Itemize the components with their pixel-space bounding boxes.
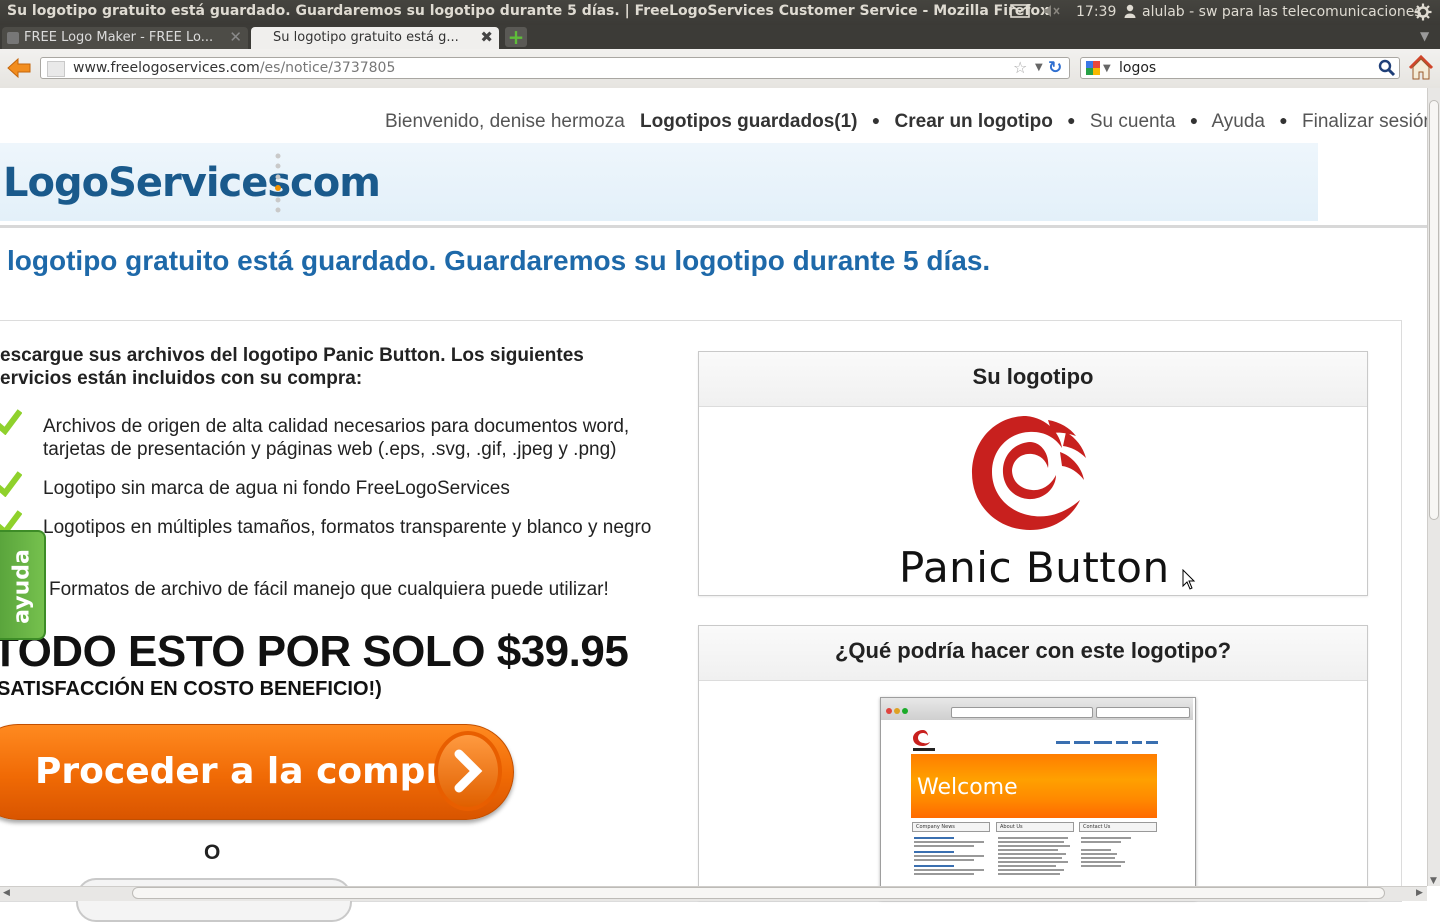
satisfaction-text: SATISFACCIÓN EN COSTO BENEFICIO!) bbox=[0, 678, 382, 700]
offer-intro: escargue sus archivos del logotipo Panic… bbox=[0, 345, 584, 389]
mockup-nav-links bbox=[1056, 740, 1158, 748]
tab-free-logo-maker[interactable]: FREE Logo Maker - FREE Lo... ✕ bbox=[2, 27, 248, 49]
tab-list-chevron-down-icon[interactable]: ▼ bbox=[1420, 29, 1429, 43]
mockup-column-header: Contact Us bbox=[1079, 822, 1157, 832]
buy-button-label[interactable]: Proceder a la compra bbox=[35, 751, 468, 792]
session-user[interactable]: alulab - sw para las telecomunicaciones bbox=[1142, 4, 1422, 20]
scroll-down-arrow-icon[interactable]: ▼ bbox=[1430, 876, 1437, 886]
window-title: Su logotipo gratuito está guardado. Guar… bbox=[7, 3, 1050, 19]
tab-strip: FREE Logo Maker - FREE Lo... ✕ Su logoti… bbox=[0, 25, 1440, 49]
feature-item: Logotipos en múltiples tamaños, formatos… bbox=[0, 510, 663, 539]
mockup-window-buttons bbox=[885, 700, 915, 714]
usage-title: ¿Qué podría hacer con este logotipo? bbox=[699, 626, 1367, 681]
mockup-column-text bbox=[1081, 837, 1161, 881]
mockup-logo-icon bbox=[911, 729, 941, 753]
mockup-column-text bbox=[914, 837, 994, 881]
price-headline: TODO ESTO POR SOLO $39.95 bbox=[0, 627, 629, 676]
page-favicon-icon bbox=[7, 32, 19, 44]
mouse-cursor-icon bbox=[1182, 568, 1196, 591]
site-logo-tld[interactable]: com bbox=[290, 160, 381, 206]
clock[interactable]: 17:39 bbox=[1076, 4, 1116, 20]
scroll-left-arrow-icon[interactable]: ◀ bbox=[3, 888, 10, 898]
user-nav: Bienvenido, denise hermoza Logotipos gua… bbox=[385, 111, 1434, 132]
window-title-bar: Su logotipo gratuito está guardado. Guar… bbox=[0, 0, 1440, 25]
search-engine-chevron-icon[interactable]: ▼ bbox=[1103, 63, 1111, 74]
new-tab-icon[interactable]: + bbox=[505, 27, 527, 47]
mockup-column-text bbox=[998, 837, 1078, 881]
chevron-right-icon[interactable] bbox=[433, 728, 509, 814]
google-icon[interactable] bbox=[1086, 60, 1100, 75]
feature-item: Formatos de archivo de fácil manejo que … bbox=[49, 579, 609, 600]
header-divider bbox=[0, 225, 1427, 228]
panic-button-logo-name: Panic Button bbox=[899, 543, 1170, 592]
account-link[interactable]: Su cuenta bbox=[1090, 111, 1176, 132]
tab-label: FREE Logo Maker - FREE Lo... bbox=[24, 30, 214, 45]
panic-button-logo-mark bbox=[968, 412, 1088, 534]
gear-icon[interactable] bbox=[1414, 3, 1432, 25]
tab-logo-saved[interactable]: Su logotipo gratuito está g... ✖ bbox=[251, 27, 499, 49]
page-title: logotipo gratuito está guardado. Guardar… bbox=[7, 245, 991, 276]
home-icon[interactable] bbox=[1408, 54, 1434, 81]
logout-link[interactable]: Finalizar sesión bbox=[1302, 111, 1434, 132]
url-text[interactable]: www.freelogoservices.com/es/notice/37378… bbox=[73, 60, 395, 76]
your-logo-title: Su logotipo bbox=[699, 352, 1367, 407]
checkmark-icon bbox=[0, 409, 23, 436]
back-arrow-icon[interactable] bbox=[6, 57, 32, 79]
saved-logos-link[interactable]: Logotipos guardados(1) bbox=[640, 111, 857, 132]
mockup-welcome-text: Welcome bbox=[917, 775, 1018, 800]
horizontal-scroll-thumb[interactable] bbox=[132, 887, 1385, 899]
or-separator: O bbox=[204, 841, 221, 864]
feature-item: Archivos de origen de alta calidad neces… bbox=[0, 409, 663, 461]
mockup-column-header: Company News bbox=[912, 822, 990, 832]
mockup-column-header: About Us bbox=[996, 822, 1074, 832]
search-input[interactable]: logos bbox=[1119, 60, 1156, 76]
close-tab-icon[interactable]: ✖ bbox=[480, 28, 493, 46]
site-logo[interactable]: LogoServices bbox=[3, 160, 291, 206]
create-logo-link[interactable]: Crear un logotipo bbox=[895, 111, 1053, 132]
logo-dots bbox=[273, 152, 283, 216]
site-identity-icon[interactable] bbox=[47, 61, 65, 77]
reload-icon[interactable]: ↻ bbox=[1048, 58, 1062, 78]
checkmark-icon bbox=[0, 471, 23, 498]
help-side-tab-label[interactable]: ayuda bbox=[10, 547, 35, 627]
mockup-search bbox=[1096, 707, 1190, 718]
search-icon[interactable] bbox=[1378, 59, 1396, 77]
scroll-right-arrow-icon[interactable]: ▶ bbox=[1416, 888, 1423, 898]
welcome-text: Bienvenido, denise hermoza bbox=[385, 111, 625, 132]
url-host: www.freelogoservices.com bbox=[73, 60, 260, 76]
url-history-chevron-icon[interactable]: ▼ bbox=[1035, 62, 1043, 73]
help-link[interactable]: Ayuda bbox=[1211, 111, 1265, 132]
mockup-url bbox=[951, 707, 1093, 718]
user-icon[interactable] bbox=[1124, 4, 1136, 22]
close-tab-icon[interactable]: ✕ bbox=[229, 28, 242, 46]
url-path: /es/notice/3737805 bbox=[259, 60, 396, 76]
tab-label: Su logotipo gratuito está g... bbox=[273, 30, 459, 45]
feature-item: Logotipo sin marca de agua ni fondo Free… bbox=[0, 471, 663, 500]
volume-muted-icon[interactable] bbox=[1043, 4, 1061, 22]
vertical-scroll-thumb[interactable] bbox=[1429, 100, 1439, 520]
bookmark-star-icon[interactable]: ☆ bbox=[1013, 58, 1027, 77]
mail-icon[interactable] bbox=[1010, 4, 1030, 22]
